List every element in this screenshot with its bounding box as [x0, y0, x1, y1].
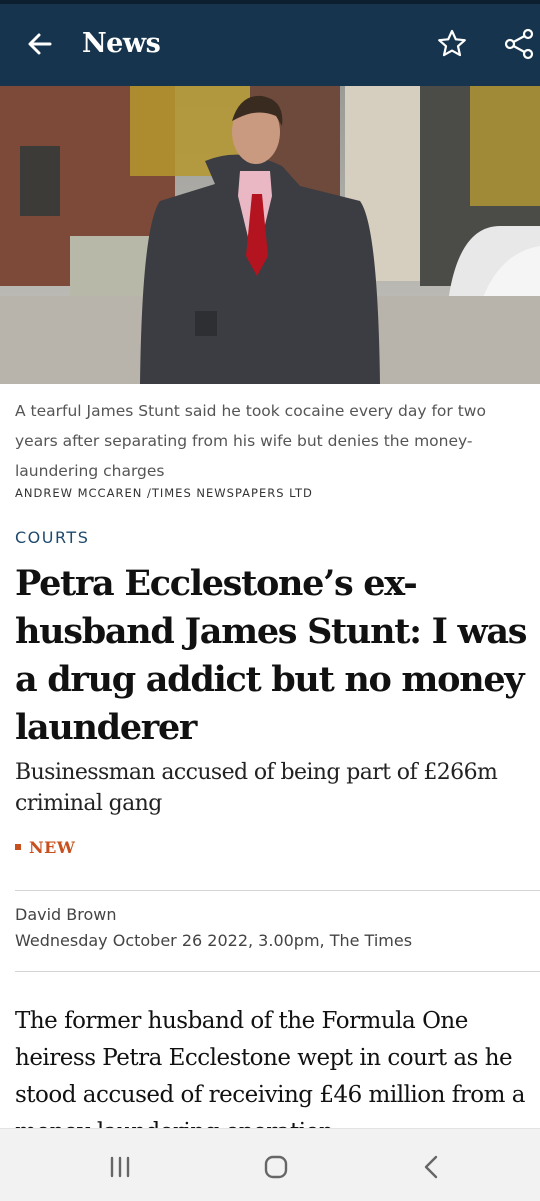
home-icon[interactable]	[258, 1149, 294, 1185]
article-headline: Petra Ecclestone’s ex-husband James Stun…	[15, 563, 527, 748]
badge-square-icon	[15, 843, 21, 850]
hero-image	[0, 86, 540, 384]
star-icon[interactable]	[434, 26, 470, 62]
recent-apps-icon[interactable]	[102, 1149, 138, 1185]
publish-dateline: Wednesday October 26 2022, 3.00pm, The T…	[15, 931, 413, 950]
new-badge-label: NEW	[29, 838, 76, 857]
divider	[15, 890, 540, 891]
back-icon[interactable]	[414, 1149, 450, 1185]
divider	[15, 971, 540, 972]
new-badge: NEW	[15, 838, 75, 857]
app-bar: News	[0, 4, 540, 86]
image-credit: ANDREW MCCAREN /TIMES NEWSPAPERS LTD	[15, 486, 313, 500]
share-icon[interactable]	[502, 26, 538, 62]
article-standfirst: Businessman accused of being part of £26…	[15, 760, 498, 816]
back-arrow-icon[interactable]	[22, 26, 58, 62]
app-bar-title: News	[82, 28, 161, 59]
section-label[interactable]: COURTS	[15, 528, 89, 547]
image-caption: A tearful James Stunt said he took cocai…	[15, 402, 486, 480]
author-name[interactable]: David Brown	[15, 905, 117, 924]
system-nav-bar	[0, 1128, 540, 1201]
